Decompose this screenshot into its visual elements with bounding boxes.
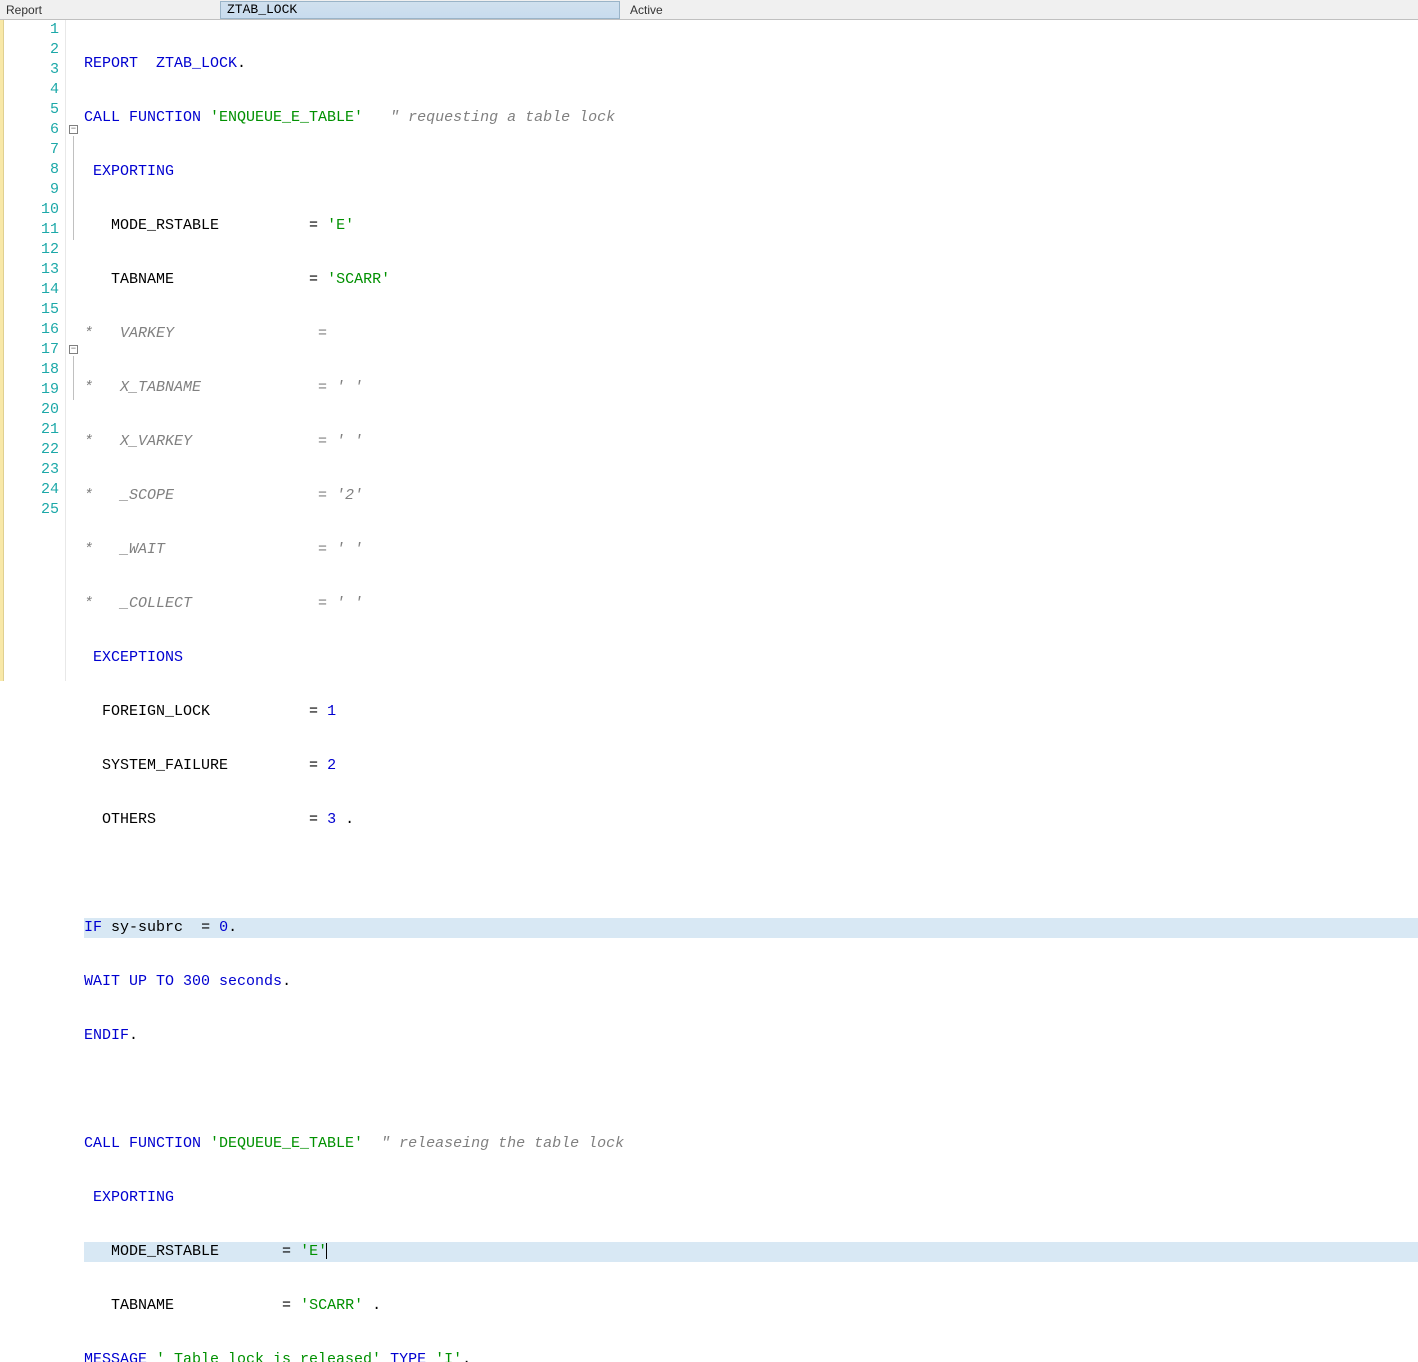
line-number: 10	[4, 200, 59, 220]
code-line: FOREIGN_LOCK = 1	[84, 702, 1418, 722]
report-label: Report	[0, 3, 220, 17]
status-label: Active	[620, 3, 673, 17]
report-name-field[interactable]: ZTAB_LOCK	[220, 1, 620, 19]
line-number: 13	[4, 260, 59, 280]
code-line: IF sy-subrc = 0.	[84, 918, 1418, 938]
code-line: TABNAME = 'SCARR' .	[84, 1296, 1418, 1316]
line-number: 25	[4, 500, 59, 520]
line-number: 15	[4, 300, 59, 320]
code-line: ENDIF.	[84, 1026, 1418, 1046]
fold-toggle-icon[interactable]: −	[69, 125, 78, 134]
code-line: MODE_RSTABLE = 'E'	[84, 216, 1418, 236]
line-number: 22	[4, 440, 59, 460]
code-line: * _WAIT = ' '	[84, 540, 1418, 560]
line-number: 2	[4, 40, 59, 60]
line-number: 21	[4, 420, 59, 440]
code-line: EXPORTING	[84, 1188, 1418, 1208]
code-line: * X_VARKEY = ' '	[84, 432, 1418, 452]
line-number: 1	[4, 20, 59, 40]
fold-line	[73, 136, 74, 240]
fold-line	[73, 356, 74, 400]
line-number: 14	[4, 280, 59, 300]
code-line: TABNAME = 'SCARR'	[84, 270, 1418, 290]
code-line	[84, 864, 1418, 884]
code-line: EXPORTING	[84, 162, 1418, 182]
line-number: 4	[4, 80, 59, 100]
code-line: CALL FUNCTION 'ENQUEUE_E_TABLE' " reques…	[84, 108, 1418, 128]
code-line	[84, 1080, 1418, 1100]
code-line: SYSTEM_FAILURE = 2	[84, 756, 1418, 776]
line-number: 19	[4, 380, 59, 400]
line-number: 5	[4, 100, 59, 120]
line-number-gutter: 1 2 3 4 5 6 7 8 9 10 11 12 13 14 15 16 1…	[4, 20, 66, 681]
line-number: 20	[4, 400, 59, 420]
code-line: * _COLLECT = ' '	[84, 594, 1418, 614]
header-bar: Report ZTAB_LOCK Active	[0, 0, 1418, 20]
fold-column: − −	[66, 20, 84, 681]
code-line: MESSAGE ' Table lock is released' TYPE '…	[84, 1350, 1418, 1362]
code-line: * X_TABNAME = ' '	[84, 378, 1418, 398]
line-number: 8	[4, 160, 59, 180]
line-number: 11	[4, 220, 59, 240]
code-line: CALL FUNCTION 'DEQUEUE_E_TABLE' " releas…	[84, 1134, 1418, 1154]
line-number: 7	[4, 140, 59, 160]
line-number: 18	[4, 360, 59, 380]
line-number: 12	[4, 240, 59, 260]
code-line: OTHERS = 3 .	[84, 810, 1418, 830]
line-number: 3	[4, 60, 59, 80]
text-cursor	[326, 1243, 327, 1259]
code-line: * _SCOPE = '2'	[84, 486, 1418, 506]
line-number: 6	[4, 120, 59, 140]
code-line: * VARKEY =	[84, 324, 1418, 344]
code-area[interactable]: REPORT ZTAB_LOCK. CALL FUNCTION 'ENQUEUE…	[84, 20, 1418, 681]
line-number: 17	[4, 340, 59, 360]
fold-toggle-icon[interactable]: −	[69, 345, 78, 354]
line-number: 24	[4, 480, 59, 500]
line-number: 16	[4, 320, 59, 340]
code-editor[interactable]: 1 2 3 4 5 6 7 8 9 10 11 12 13 14 15 16 1…	[0, 20, 1418, 681]
code-line: REPORT ZTAB_LOCK.	[84, 54, 1418, 74]
code-line: MODE_RSTABLE = 'E'	[84, 1242, 1418, 1262]
code-line: WAIT UP TO 300 seconds.	[84, 972, 1418, 992]
line-number: 23	[4, 460, 59, 480]
code-line: EXCEPTIONS	[84, 648, 1418, 668]
line-number: 9	[4, 180, 59, 200]
